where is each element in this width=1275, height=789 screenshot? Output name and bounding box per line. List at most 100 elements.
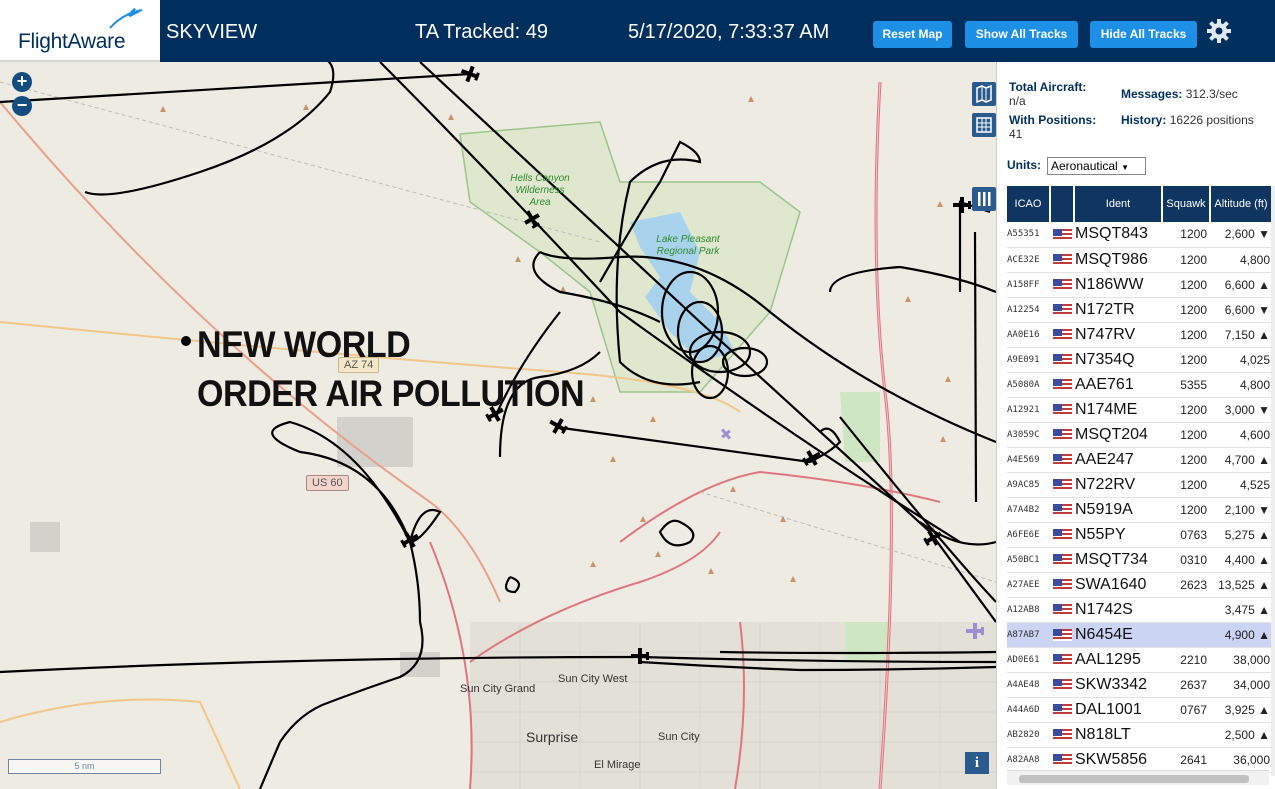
gear-icon[interactable] [1206,18,1232,44]
table-row[interactable]: ACE32E MSQT986 1200 4,800 [1007,247,1272,273]
total-aircraft-value: n/a [1009,94,1026,108]
us-flag-icon [1052,604,1072,617]
us-flag-icon [1052,704,1072,717]
us-flag-icon [1052,354,1072,367]
vertical-scrollbar[interactable] [1271,186,1275,776]
altitude-cell: 34,000 [1210,672,1272,698]
with-positions-value: 41 [1009,127,1023,141]
icao-cell: A5080A [1007,372,1050,398]
table-row[interactable]: A5080A AAE761 5355 4,800 [1007,372,1272,398]
altitude-cell: 4,900 ▲ [1210,622,1272,648]
ident-cell: N5919A [1074,497,1162,523]
ta-tracked-count: TA Tracked: 49 [415,21,549,43]
icao-cell: A27AEE [1007,572,1050,598]
icao-cell: A50BC1 [1007,547,1050,573]
us-flag-icon [1052,729,1072,742]
history-label: History: [1121,113,1167,127]
flag-cell [1050,597,1074,623]
table-row[interactable]: A12254 N172TR 1200 6,600 ▼ [1007,297,1272,323]
top-header: FlightAware SKYVIEW TA Tracked: 49 5/17/… [0,0,1275,62]
us-flag-icon [1052,629,1072,642]
reset-map-button[interactable]: Reset Map [873,21,952,48]
grid-toggle-button[interactable] [972,113,996,137]
ident-cell: N747RV [1074,322,1162,348]
col-ident[interactable]: Ident [1074,186,1163,222]
altitude-cell: 4,800 [1210,247,1272,273]
hide-all-tracks-button[interactable]: Hide All Tracks [1090,21,1197,48]
flag-cell [1050,397,1074,423]
overlay-caption-line2: ORDER AIR POLLUTION [197,373,585,414]
info-button[interactable]: i [965,752,989,774]
ident-cell: MSQT986 [1074,247,1162,273]
flag-cell [1050,722,1074,748]
table-row[interactable]: A9E091 N7354Q 1200 4,025 [1007,347,1272,373]
units-select[interactable]: Aeronautical ▼ [1047,157,1146,175]
show-all-tracks-button[interactable]: Show All Tracks [965,21,1078,48]
total-aircraft-label: Total Aircraft: [1009,80,1087,94]
table-row[interactable]: A158FF N186WW 1200 6,600 ▲ [1007,272,1272,298]
scrollbar-thumb[interactable] [1019,775,1249,783]
flightaware-logo[interactable]: FlightAware [0,0,160,62]
icao-cell: ACE32E [1007,247,1050,273]
altitude-cell: 4,600 [1210,422,1272,448]
col-squawk[interactable]: Squawk [1162,186,1211,222]
table-row[interactable]: AD0E61 AAL1295 2210 38,000 [1007,647,1272,673]
table-row[interactable]: A9AC85 N722RV 1200 4,525 [1007,472,1272,498]
squawk-cell: 1200 [1162,397,1210,423]
icao-cell: A12921 [1007,397,1050,423]
flag-cell [1050,372,1074,398]
altitude-cell: 2,500 ▲ [1210,722,1272,748]
table-row[interactable]: A50BC1 MSQT734 0310 4,400 ▲ [1007,547,1272,573]
altitude-cell: 4,700 ▲ [1210,447,1272,473]
flag-cell [1050,422,1074,448]
aircraft-table-container[interactable]: ICAO Ident Squawk Altitude (ft) A55351 MS… [1007,186,1272,776]
table-row[interactable]: A55351 MSQT843 1200 2,600 ▼ [1007,222,1272,248]
us-flag-icon [1052,229,1072,242]
table-row[interactable]: A6FE6E N55PY 0763 5,275 ▲ [1007,522,1272,548]
altitude-cell: 4,025 [1210,347,1272,373]
table-row[interactable]: AB2820 N818LT 2,500 ▲ [1007,722,1272,748]
table-row[interactable]: A3059C MSQT204 1200 4,600 [1007,422,1272,448]
aircraft-table: ICAO Ident Squawk Altitude (ft) A55351 MS… [1007,186,1272,773]
altitude-cell: 2,100 ▼ [1210,497,1272,523]
us-flag-icon [1052,554,1072,567]
table-row[interactable]: A7A4B2 N5919A 1200 2,100 ▼ [1007,497,1272,523]
map-base-layer [0,62,996,789]
zoom-in-button[interactable]: + [12,72,32,92]
table-row[interactable]: A82AA8 SKW5856 2641 36,000 [1007,747,1272,773]
squawk-cell: 1200 [1162,347,1210,373]
squawk-cell: 0767 [1162,697,1210,723]
logo-text: FlightAware [18,30,126,53]
ident-cell: N172TR [1074,297,1162,323]
table-row[interactable]: A12921 N174ME 1200 3,000 ▼ [1007,397,1272,423]
map-view[interactable]: Hells Canyon Wilderness Area Lake Pleasa… [0,62,996,789]
flag-cell [1050,522,1074,548]
sun-city-west-label: Sun City West [558,673,628,685]
table-row[interactable]: A4E569 AAE247 1200 4,700 ▲ [1007,447,1272,473]
table-row[interactable]: A12AB8 N1742S 3,475 ▲ [1007,597,1272,623]
flag-cell [1050,747,1074,773]
table-row[interactable]: AA0E16 N747RV 1200 7,150 ▲ [1007,322,1272,348]
table-row[interactable]: A44A6D DAL1001 0767 3,925 ▲ [1007,697,1272,723]
us-flag-icon [1052,379,1072,392]
col-flag[interactable] [1050,186,1075,222]
col-altitude[interactable]: Altitude (ft) [1210,186,1272,222]
map-layers-button[interactable] [972,82,996,106]
flag-cell [1050,672,1074,698]
table-row[interactable]: A27AEE SWA1640 2623 13,525 ▲ [1007,572,1272,598]
app-title: SKYVIEW [166,21,258,43]
icao-cell: A7A4B2 [1007,497,1050,523]
altitude-cell: 3,925 ▲ [1210,697,1272,723]
table-row[interactable]: A4AE48 SKW3342 2637 34,000 [1007,672,1272,698]
icao-cell: A12AB8 [1007,597,1050,623]
table-row[interactable]: A87AB7 N6454E 4,900 ▲ [1007,622,1272,648]
columns-toggle-button[interactable] [972,187,996,211]
icao-cell: A9E091 [1007,347,1050,373]
overlay-caption-line1: NEW WORLD [197,324,411,365]
icao-cell: A44A6D [1007,697,1050,723]
zoom-out-button[interactable]: − [12,96,32,116]
messages-stat: Messages: 312.3/sec [1121,87,1238,101]
ident-cell: AAE761 [1074,372,1162,398]
horizontal-scrollbar[interactable] [1007,770,1269,785]
col-icao[interactable]: ICAO [1007,186,1051,222]
